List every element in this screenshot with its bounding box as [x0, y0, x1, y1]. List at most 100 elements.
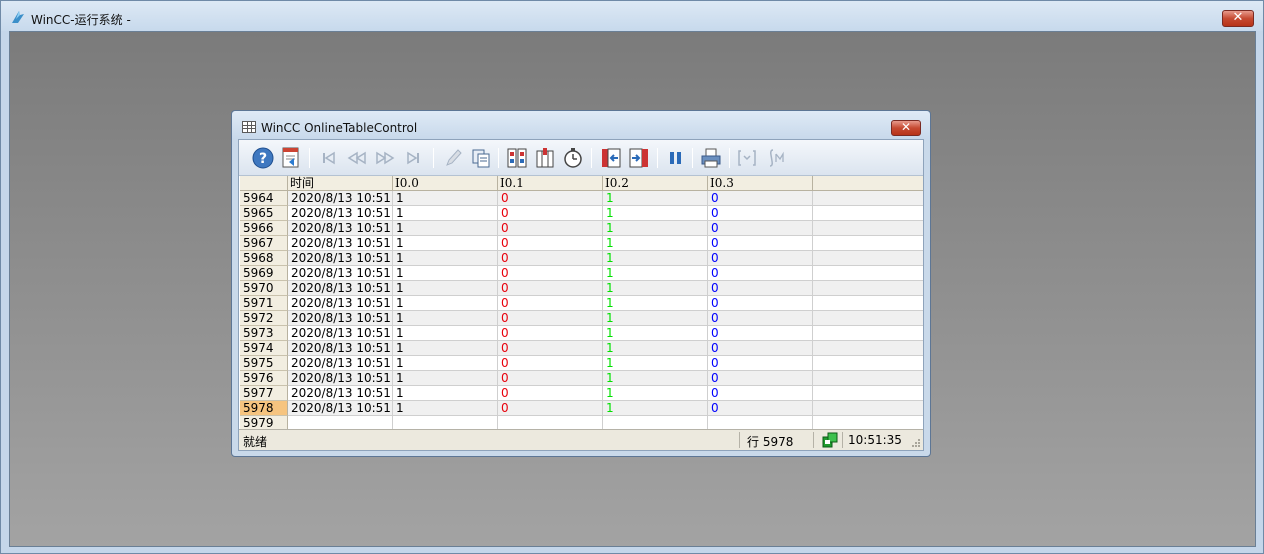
- copy-rows-icon[interactable]: [469, 146, 493, 170]
- table-row[interactable]: 5965 2020/8/13 10:51:3 1 0 1 0: [240, 206, 923, 221]
- row-number[interactable]: 5969: [240, 266, 288, 281]
- table-row[interactable]: 5977 2020/8/13 10:51:3 1 0 1 0: [240, 386, 923, 401]
- cell-empty[interactable]: [813, 386, 923, 401]
- cell-i03[interactable]: 0: [708, 356, 813, 371]
- cell-i01[interactable]: 0: [498, 281, 603, 296]
- row-number[interactable]: 5974: [240, 341, 288, 356]
- cell-i02[interactable]: 1: [603, 386, 708, 401]
- cell-i01[interactable]: 0: [498, 221, 603, 236]
- cell-i03[interactable]: 0: [708, 371, 813, 386]
- row-number[interactable]: 5970: [240, 281, 288, 296]
- cell-empty[interactable]: [813, 326, 923, 341]
- cell-i01[interactable]: 0: [498, 386, 603, 401]
- table-row[interactable]: 5966 2020/8/13 10:51:3 1 0 1 0: [240, 221, 923, 236]
- select-columns-icon[interactable]: [533, 146, 557, 170]
- cell-i02[interactable]: 1: [603, 296, 708, 311]
- cell-i01[interactable]: 0: [498, 401, 603, 416]
- window-title-bar[interactable]: WinCC-运行系统 - ✕: [1, 1, 1263, 31]
- cell-i00[interactable]: 1: [393, 266, 498, 281]
- cell-i01[interactable]: 0: [498, 251, 603, 266]
- cell-i01[interactable]: 0: [498, 371, 603, 386]
- cell-i03[interactable]: 0: [708, 236, 813, 251]
- calculate-statistics-icon[interactable]: [763, 146, 787, 170]
- cell-empty[interactable]: [813, 221, 923, 236]
- cell-i03[interactable]: 0: [708, 326, 813, 341]
- cell-i02[interactable]: 1: [603, 341, 708, 356]
- table-row[interactable]: 5969 2020/8/13 10:51:3 1 0 1 0: [240, 266, 923, 281]
- table-row[interactable]: 5964 2020/8/13 10:51:3 1 0 1 0: [240, 191, 923, 206]
- cell-time[interactable]: 2020/8/13 10:51:3: [288, 341, 393, 356]
- cell-i01[interactable]: 0: [498, 356, 603, 371]
- cell-i00[interactable]: 1: [393, 371, 498, 386]
- cell-i00[interactable]: 1: [393, 341, 498, 356]
- cell-i00[interactable]: 1: [393, 206, 498, 221]
- header-i01[interactable]: I0.1: [498, 176, 603, 191]
- table-row[interactable]: 5973 2020/8/13 10:51:3 1 0 1 0: [240, 326, 923, 341]
- cell-i03[interactable]: 0: [708, 311, 813, 326]
- cell-time[interactable]: 2020/8/13 10:51:3: [288, 386, 393, 401]
- header-i03[interactable]: I0.3: [708, 176, 813, 191]
- window-close-button[interactable]: ✕: [1222, 10, 1254, 27]
- cell-i02[interactable]: 1: [603, 281, 708, 296]
- cell-i01[interactable]: 0: [498, 326, 603, 341]
- configure-icon[interactable]: [279, 146, 303, 170]
- row-number[interactable]: 5965: [240, 206, 288, 221]
- cell-empty[interactable]: [813, 296, 923, 311]
- table-row[interactable]: 5975 2020/8/13 10:51:3 1 0 1 0: [240, 356, 923, 371]
- cell-i03[interactable]: 0: [708, 251, 813, 266]
- cell-empty[interactable]: [813, 281, 923, 296]
- cell-i03[interactable]: 0: [708, 296, 813, 311]
- cell-empty[interactable]: [813, 401, 923, 416]
- cell-i03[interactable]: 0: [708, 281, 813, 296]
- cell-empty[interactable]: [813, 266, 923, 281]
- cell-time[interactable]: 2020/8/13 10:51:3: [288, 251, 393, 266]
- cell-time[interactable]: 2020/8/13 10:51:3: [288, 206, 393, 221]
- table-row[interactable]: 5967 2020/8/13 10:51:3 1 0 1 0: [240, 236, 923, 251]
- cell-i00[interactable]: 1: [393, 386, 498, 401]
- table-row[interactable]: 5974 2020/8/13 10:51:3 1 0 1 0: [240, 341, 923, 356]
- table-row[interactable]: 5971 2020/8/13 10:51:3 1 0 1 0: [240, 296, 923, 311]
- cell-i00[interactable]: 1: [393, 281, 498, 296]
- cell-i00[interactable]: 1: [393, 251, 498, 266]
- header-i02[interactable]: I0.2: [603, 176, 708, 191]
- cell-empty[interactable]: [813, 206, 923, 221]
- cell-i00[interactable]: 1: [393, 221, 498, 236]
- cell-empty[interactable]: [813, 341, 923, 356]
- cell-i01[interactable]: 0: [498, 341, 603, 356]
- last-record-icon[interactable]: [401, 146, 425, 170]
- next-column-icon[interactable]: [627, 146, 651, 170]
- header-time[interactable]: 时间: [288, 176, 393, 191]
- control-close-button[interactable]: ✕: [891, 120, 921, 136]
- cell-i00[interactable]: 1: [393, 236, 498, 251]
- row-number[interactable]: 5973: [240, 326, 288, 341]
- cell-i03[interactable]: 0: [708, 221, 813, 236]
- cell-i02[interactable]: 1: [603, 221, 708, 236]
- table-row[interactable]: 5970 2020/8/13 10:51:3 1 0 1 0: [240, 281, 923, 296]
- stop-icon[interactable]: [664, 146, 688, 170]
- row-number[interactable]: 5972: [240, 311, 288, 326]
- cell-i01[interactable]: 0: [498, 296, 603, 311]
- next-record-icon[interactable]: [373, 146, 397, 170]
- cell-i03[interactable]: 0: [708, 401, 813, 416]
- cell-time[interactable]: 2020/8/13 10:51:3: [288, 266, 393, 281]
- cell-i03[interactable]: 0: [708, 341, 813, 356]
- cell-empty[interactable]: [813, 311, 923, 326]
- cell-time[interactable]: 2020/8/13 10:51:3: [288, 221, 393, 236]
- cell-i00[interactable]: 1: [393, 296, 498, 311]
- cell-i03[interactable]: 0: [708, 386, 813, 401]
- cell-time[interactable]: 2020/8/13 10:51:3: [288, 281, 393, 296]
- select-data-connection-icon[interactable]: [505, 146, 529, 170]
- row-number[interactable]: 5968: [240, 251, 288, 266]
- table-row[interactable]: 5968 2020/8/13 10:51:3 1 0 1 0: [240, 251, 923, 266]
- row-number[interactable]: 5971: [240, 296, 288, 311]
- row-number[interactable]: 5976: [240, 371, 288, 386]
- resize-grip-icon[interactable]: [911, 438, 921, 448]
- cell-i00[interactable]: 1: [393, 401, 498, 416]
- cell-i01[interactable]: 0: [498, 236, 603, 251]
- cell-i03[interactable]: 0: [708, 266, 813, 281]
- print-icon[interactable]: [699, 146, 723, 170]
- cell-i02[interactable]: 1: [603, 311, 708, 326]
- cell-empty[interactable]: [813, 251, 923, 266]
- cell-i02[interactable]: 1: [603, 191, 708, 206]
- help-icon[interactable]: ?: [251, 146, 275, 170]
